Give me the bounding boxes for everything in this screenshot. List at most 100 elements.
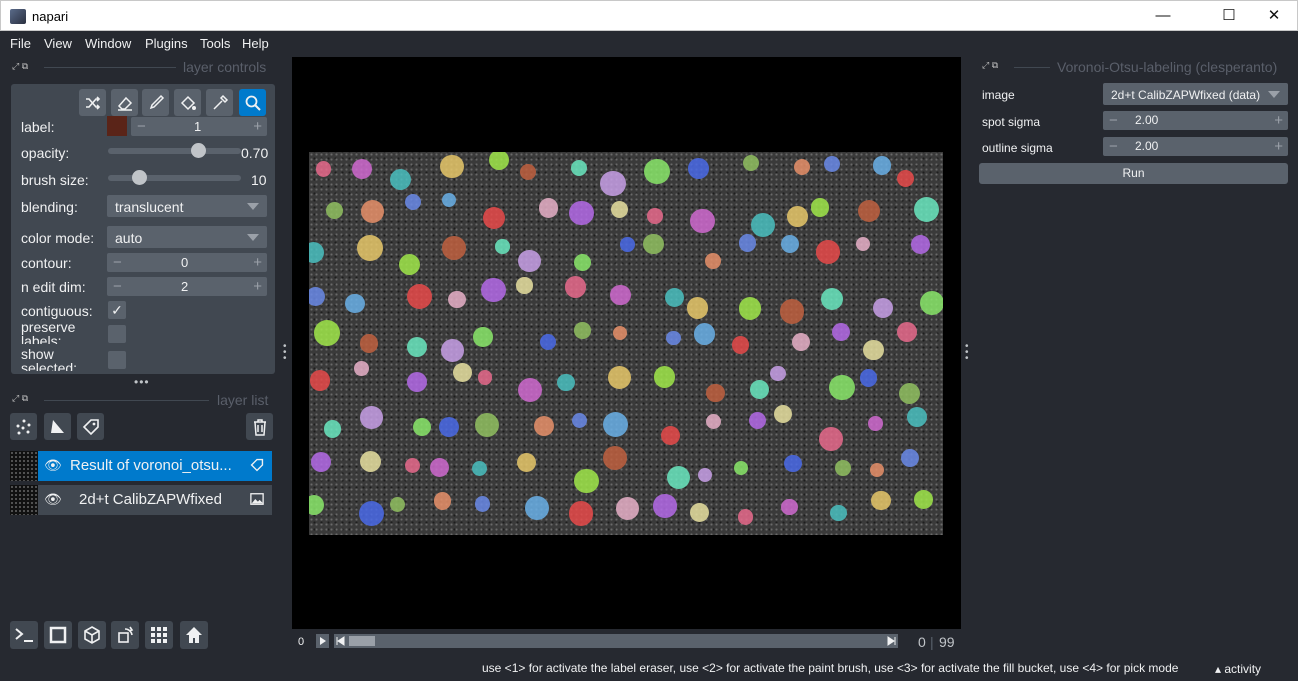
opacity-slider-handle[interactable]	[190, 143, 206, 158]
decrement-icon[interactable]: −	[113, 253, 122, 272]
left-splitter-handle[interactable]: • • •	[283, 342, 289, 364]
chevron-down-icon	[247, 203, 259, 210]
grid-view-button[interactable]	[145, 621, 173, 649]
label-blob	[856, 237, 871, 252]
layer-name[interactable]: Result of voronoi_otsu...	[70, 457, 232, 474]
toggle-ndisplay-button[interactable]	[44, 621, 72, 649]
activity-label: activity	[1224, 662, 1262, 676]
dock-float-icon[interactable]: ⤢ ⧉	[982, 60, 998, 71]
label-blob	[440, 154, 464, 179]
checkmark-icon: ✓	[111, 302, 123, 318]
minimize-button[interactable]: —	[1141, 5, 1185, 27]
label-blob	[698, 467, 713, 483]
increment-icon[interactable]: +	[253, 117, 262, 136]
label-blob	[472, 460, 488, 476]
home-button[interactable]	[180, 621, 208, 649]
transpose-button[interactable]	[111, 621, 139, 649]
color-picker-button[interactable]	[206, 89, 233, 116]
label-spinbox[interactable]: − 1 +	[131, 117, 267, 136]
dock-float-icon[interactable]: ⤢ ⧉	[12, 61, 28, 72]
label-blob	[868, 416, 884, 431]
play-button[interactable]	[316, 634, 329, 648]
blending-dropdown[interactable]: translucent	[107, 195, 267, 217]
step-back-button[interactable]	[334, 634, 347, 648]
spot-sigma-spinbox[interactable]: − 2.00 +	[1103, 111, 1288, 130]
splitter-handle[interactable]: •••	[134, 375, 150, 389]
increment-icon[interactable]: +	[253, 253, 262, 272]
label-blob	[784, 454, 802, 473]
contour-spinbox[interactable]: − 0 +	[107, 253, 267, 272]
layer-row-result[interactable]: 👁 Result of voronoi_otsu...	[10, 451, 272, 481]
opacity-slider[interactable]	[108, 148, 241, 154]
eye-icon[interactable]: 👁	[44, 457, 62, 474]
label-blob	[557, 373, 575, 391]
label-blob	[309, 494, 325, 515]
layer-name[interactable]: 2d+t CalibZAPWfixed	[79, 491, 222, 508]
brush-size-slider[interactable]	[108, 175, 241, 181]
n-edit-dim-label: n edit dim:	[21, 279, 86, 295]
decrement-icon[interactable]: −	[1109, 111, 1118, 130]
viewer-canvas[interactable]	[292, 57, 961, 629]
pan-zoom-button[interactable]	[239, 89, 266, 116]
maximize-button[interactable]: ☐	[1207, 5, 1251, 27]
new-shapes-layer-button[interactable]	[44, 413, 71, 440]
decrement-icon[interactable]: −	[137, 117, 146, 136]
frame-slider-handle[interactable]	[349, 636, 375, 646]
shuffle-colors-button[interactable]	[79, 89, 106, 116]
label-blob	[441, 192, 457, 208]
label-blob	[824, 155, 841, 172]
increment-icon[interactable]: +	[253, 277, 262, 296]
fill-bucket-button[interactable]	[174, 89, 201, 116]
new-labels-layer-button[interactable]	[77, 413, 104, 440]
outline-sigma-spinbox[interactable]: − 2.00 +	[1103, 137, 1288, 156]
step-forward-button[interactable]	[885, 634, 898, 648]
label-blob	[360, 406, 383, 429]
paint-brush-button[interactable]	[142, 89, 169, 116]
increment-icon[interactable]: +	[1274, 111, 1283, 130]
menu-tools[interactable]: Tools	[200, 36, 230, 51]
layer-row-image[interactable]: 👁 2d+t CalibZAPWfixed	[10, 485, 272, 515]
menu-view[interactable]: View	[44, 36, 72, 51]
contiguous-checkbox[interactable]: ✓	[108, 301, 126, 319]
label-blob	[688, 158, 709, 179]
color-mode-dropdown[interactable]: auto	[107, 226, 267, 248]
show-selected-checkbox[interactable]	[108, 351, 126, 369]
menu-file[interactable]: File	[10, 36, 31, 51]
eye-icon[interactable]: 👁	[44, 491, 62, 508]
label-blob	[664, 288, 684, 308]
preserve-labels-checkbox[interactable]	[108, 325, 126, 343]
label-blob	[389, 169, 411, 191]
label-blob	[872, 156, 891, 175]
brush-size-slider-handle[interactable]	[131, 170, 147, 185]
label-blob	[750, 212, 776, 238]
menu-window[interactable]: Window	[85, 36, 131, 51]
increment-icon[interactable]: +	[1274, 137, 1283, 156]
roll-dims-button[interactable]	[78, 621, 106, 649]
dims-current-frame[interactable]: 0	[918, 634, 926, 650]
label-blob	[920, 290, 943, 315]
label-blob	[389, 496, 405, 512]
decrement-icon[interactable]: −	[113, 277, 122, 296]
activity-button[interactable]: ▴ activity	[1215, 662, 1261, 676]
header-divider	[44, 67, 176, 68]
label-blob	[406, 283, 432, 309]
label-blob	[910, 235, 930, 254]
label-blob	[325, 201, 343, 219]
napari-app-icon	[10, 9, 26, 24]
run-button[interactable]: Run	[979, 163, 1288, 184]
frame-slider[interactable]	[347, 634, 885, 648]
dock-float-icon[interactable]: ⤢ ⧉	[12, 393, 28, 404]
menu-plugins[interactable]: Plugins	[145, 36, 188, 51]
eraser-button[interactable]	[111, 89, 138, 116]
delete-layer-button[interactable]	[246, 413, 273, 440]
close-button[interactable]: ✕	[1252, 5, 1296, 27]
menu-help[interactable]: Help	[242, 36, 269, 51]
label-blob	[660, 425, 681, 445]
decrement-icon[interactable]: −	[1109, 137, 1118, 156]
image-dropdown[interactable]: 2d+t CalibZAPWfixed (data)	[1103, 83, 1288, 105]
n-edit-dim-spinbox[interactable]: − 2 +	[107, 277, 267, 296]
right-splitter-handle[interactable]: • • •	[965, 342, 971, 364]
label-overlay-image[interactable]	[309, 152, 943, 535]
console-button[interactable]	[10, 621, 38, 649]
new-points-layer-button[interactable]	[10, 413, 37, 440]
